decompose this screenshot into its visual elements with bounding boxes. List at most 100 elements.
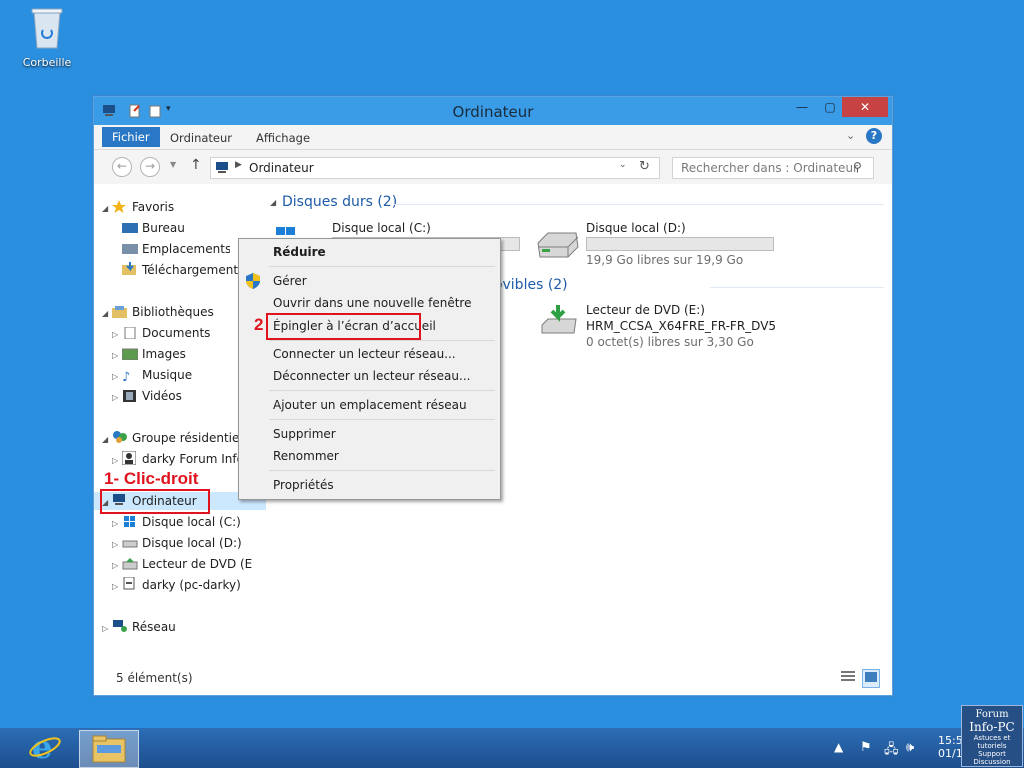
music-icon: ♪ — [122, 370, 131, 384]
nav-disque-c[interactable]: ▷ Disque local (C:) — [112, 513, 268, 531]
desktop-icon — [122, 221, 138, 233]
documents-icon — [122, 326, 138, 340]
disk-c-name[interactable]: Disque local (C:) — [332, 221, 431, 235]
menu-item-reduire[interactable]: Réduire — [273, 242, 326, 262]
close-button[interactable]: ✕ — [842, 97, 888, 117]
libraries-icon — [112, 305, 128, 318]
expand-ribbon-icon[interactable]: ⌄ — [846, 129, 855, 142]
search-icon[interactable]: ⚲ — [853, 160, 862, 174]
annotation-step2: 2 — [254, 315, 264, 334]
dvd-volume-label: HRM_CCSA_X64FRE_FR-FR_DV5 — [586, 319, 777, 333]
menu-item-ouvrir-nouvelle-fenetre[interactable]: Ouvrir dans une nouvelle fenêtre — [273, 293, 471, 313]
homegroup-icon — [112, 430, 128, 443]
menu-item-renommer[interactable]: Renommer — [273, 446, 339, 466]
menu-separator — [269, 340, 495, 341]
address-row: ← → ▼ ↑ ▶ Ordinateur ⌄ ↻ Rechercher dans… — [94, 150, 892, 184]
file-explorer-icon — [92, 735, 126, 766]
recent-locations-icon[interactable]: ▼ — [170, 160, 176, 169]
nav-bibliotheques[interactable]: ◢ Bibliothèques — [102, 303, 258, 321]
address-history-icon[interactable]: ⌄ — [619, 160, 627, 170]
disk-d-usage-bar — [586, 237, 774, 251]
menu-item-gerer[interactable]: Gérer — [273, 271, 307, 291]
hard-disks-header[interactable]: Disques durs (2) — [282, 194, 397, 210]
logo-line-infopc: Info-PC — [969, 720, 1015, 734]
taskbar-explorer-button[interactable] — [79, 730, 139, 768]
tab-affichage[interactable]: Affichage — [246, 129, 320, 147]
drive-icon — [122, 536, 138, 548]
recycle-bin-icon — [30, 6, 64, 50]
details-view-icon[interactable] — [840, 669, 856, 686]
internet-explorer-icon[interactable]: e — [28, 728, 62, 767]
computer-icon — [215, 161, 231, 178]
up-arrow-icon[interactable]: ↑ — [190, 157, 202, 173]
uac-shield-icon — [246, 273, 260, 292]
recycle-bin-label: Corbeille — [22, 56, 72, 69]
forward-button[interactable]: → — [140, 157, 160, 177]
windows-drive-icon — [122, 515, 138, 527]
breadcrumb-ordinateur[interactable]: Ordinateur — [249, 161, 314, 175]
show-hidden-icons[interactable]: ▲ — [834, 740, 843, 754]
menu-item-supprimer[interactable]: Supprimer — [273, 424, 336, 444]
annotation-step1: 1- Clic-droit — [104, 469, 199, 488]
collapse-group-icon[interactable]: ◢ — [270, 198, 276, 207]
header-divider — [710, 287, 884, 288]
minimize-button[interactable]: — — [788, 97, 816, 117]
menu-separator — [269, 419, 495, 420]
logo-line-support: Support — [978, 750, 1006, 758]
item-count: 5 élément(s) — [116, 671, 193, 685]
volume-icon[interactable]: 🕪 — [906, 740, 914, 755]
logo-line-discussion: Discussion — [973, 758, 1011, 766]
search-box[interactable]: Rechercher dans : Ordinateur ⚲ — [672, 157, 874, 179]
menu-separator — [269, 266, 495, 267]
menu-item-deconnecter-lecteur[interactable]: Déconnecter un lecteur réseau... — [273, 366, 470, 386]
forum-info-pc-logo: Forum Info-PC Astuces et tutoriels Suppo… — [961, 705, 1023, 767]
search-placeholder: Rechercher dans : Ordinateur — [681, 161, 858, 175]
menu-separator — [269, 470, 495, 471]
nav-emplacements[interactable]: Emplacements récents — [122, 240, 230, 258]
hard-drive-icon[interactable] — [534, 229, 580, 268]
menu-item-connecter-lecteur[interactable]: Connecter un lecteur réseau... — [273, 344, 456, 364]
menu-item-ajouter-emplacement[interactable]: Ajouter un emplacement réseau — [273, 395, 467, 415]
star-icon — [112, 200, 128, 213]
refresh-icon[interactable]: ↻ — [639, 159, 650, 174]
recent-places-icon — [122, 242, 138, 254]
annotation-box-epingler — [266, 313, 421, 340]
menu-separator — [269, 390, 495, 391]
menu-item-proprietes[interactable]: Propriétés — [273, 475, 334, 495]
annotation-box-ordinateur — [100, 489, 210, 514]
status-bar: 5 élément(s) — [94, 665, 892, 693]
back-button[interactable]: ← — [112, 157, 132, 177]
network-status-icon[interactable]: 🖧 — [884, 740, 899, 762]
network-icon — [112, 619, 128, 632]
dvd-free-space: 0 octet(s) libres sur 3,30 Go — [586, 335, 754, 349]
downloads-icon — [122, 262, 138, 275]
tab-fichier[interactable]: Fichier — [102, 127, 160, 147]
nav-groupe-residentiel[interactable]: ◢ Groupe résidentiel — [102, 429, 258, 447]
dvd-drive-icon[interactable] — [540, 303, 578, 342]
tab-ordinateur[interactable]: Ordinateur — [160, 129, 242, 147]
videos-icon — [122, 389, 138, 402]
logo-line-astuces: Astuces et tutoriels — [973, 734, 1011, 750]
nav-darky-forum[interactable]: ▷ darky Forum Info — [112, 450, 240, 468]
recycle-bin-shortcut[interactable]: Corbeille — [18, 6, 76, 69]
nav-bureau[interactable]: Bureau — [122, 219, 278, 237]
action-center-flag-icon[interactable]: ⚑ — [860, 740, 872, 755]
breadcrumb-separator-icon[interactable]: ▶ — [235, 160, 242, 170]
nav-darky-pc[interactable]: ▷ darky (pc-darky) — [112, 576, 268, 594]
header-divider — [394, 204, 884, 205]
nav-telechargements[interactable]: Téléchargements — [122, 261, 242, 279]
nav-reseau[interactable]: ▷ Réseau — [102, 618, 258, 636]
help-icon[interactable]: ? — [866, 128, 882, 144]
title-bar[interactable]: ▾ Ordinateur — ▢ ✕ — [94, 97, 892, 125]
maximize-button[interactable]: ▢ — [816, 97, 844, 117]
disk-d-name[interactable]: Disque local (D:) — [586, 221, 686, 235]
nav-favoris[interactable]: ◢ Favoris — [102, 198, 258, 216]
images-icon — [121, 347, 139, 361]
nav-disque-d[interactable]: ▷ Disque local (D:) — [112, 534, 268, 552]
address-bar[interactable]: ▶ Ordinateur ⌄ ↻ — [210, 157, 660, 179]
large-icons-view-icon[interactable] — [862, 669, 880, 688]
dvd-drive-name[interactable]: Lecteur de DVD (E:) — [586, 303, 705, 317]
window-title: Ordinateur — [452, 103, 534, 121]
nav-lecteur-dvd[interactable]: ▷Lecteur de DVD (E:) H — [112, 555, 252, 573]
disk-d-free-space: 19,9 Go libres sur 19,9 Go — [586, 253, 744, 267]
